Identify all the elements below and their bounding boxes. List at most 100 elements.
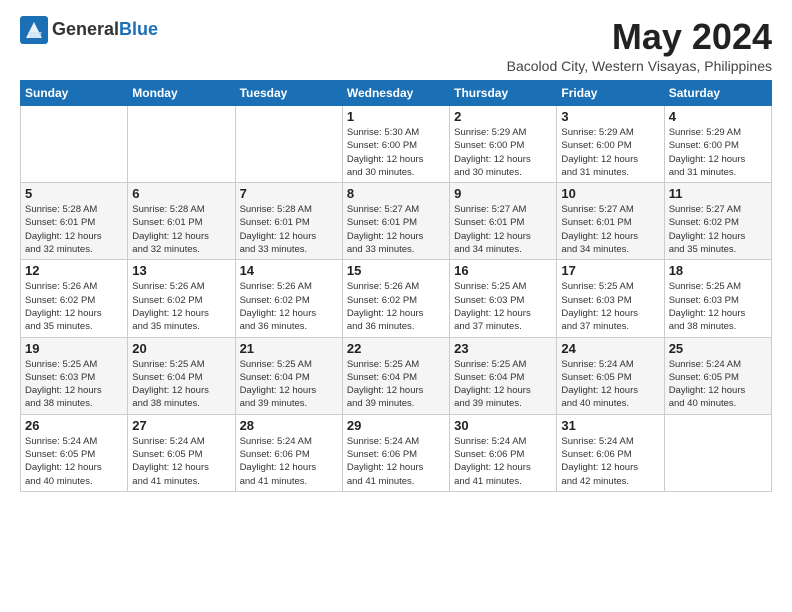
day-info: Sunrise: 5:26 AM Sunset: 6:02 PM Dayligh… <box>25 280 123 333</box>
calendar-day-cell: 9Sunrise: 5:27 AM Sunset: 6:01 PM Daylig… <box>450 183 557 260</box>
calendar-day-cell: 17 Sunrise: 5:25 AM Sunset: 6:03 PM Dayli… <box>557 260 664 337</box>
calendar-day-cell: 23 Sunrise: 5:25 AM Sunset: 6:04 PM Dayli… <box>450 337 557 414</box>
day-number: 11 <box>669 186 767 201</box>
day-info: Sunrise: 5:26 AM Sunset: 6:02 PM Dayligh… <box>347 280 445 333</box>
day-info: Sunrise: 5:24 AM Sunset: 6:05 PM Dayligh… <box>561 358 659 411</box>
calendar-day-cell: 3Sunrise: 5:29 AM Sunset: 6:00 PM Daylig… <box>557 106 664 183</box>
day-number: 21 <box>240 341 338 356</box>
calendar-table: SundayMondayTuesdayWednesdayThursdayFrid… <box>20 80 772 492</box>
calendar-day-cell: 31 Sunrise: 5:24 AM Sunset: 6:06 PM Dayli… <box>557 414 664 491</box>
calendar-day-cell: 25 Sunrise: 5:24 AM Sunset: 6:05 PM Dayli… <box>664 337 771 414</box>
logo-blue: Blue <box>119 19 158 39</box>
day-info: Sunrise: 5:25 AM Sunset: 6:03 PM Dayligh… <box>454 280 552 333</box>
calendar-day-cell: 29 Sunrise: 5:24 AM Sunset: 6:06 PM Dayli… <box>342 414 449 491</box>
day-info: Sunrise: 5:28 AM Sunset: 6:01 PM Dayligh… <box>25 203 123 256</box>
day-number: 24 <box>561 341 659 356</box>
calendar-day-cell: 16 Sunrise: 5:25 AM Sunset: 6:03 PM Dayli… <box>450 260 557 337</box>
day-info: Sunrise: 5:25 AM Sunset: 6:04 PM Dayligh… <box>347 358 445 411</box>
day-info: Sunrise: 5:24 AM Sunset: 6:05 PM Dayligh… <box>669 358 767 411</box>
day-info: Sunrise: 5:24 AM Sunset: 6:06 PM Dayligh… <box>561 435 659 488</box>
day-info: Sunrise: 5:24 AM Sunset: 6:06 PM Dayligh… <box>347 435 445 488</box>
day-info: Sunrise: 5:25 AM Sunset: 6:04 PM Dayligh… <box>132 358 230 411</box>
calendar-day-cell <box>664 414 771 491</box>
calendar-day-cell: 19 Sunrise: 5:25 AM Sunset: 6:03 PM Dayli… <box>21 337 128 414</box>
calendar-day-cell: 4Sunrise: 5:29 AM Sunset: 6:00 PM Daylig… <box>664 106 771 183</box>
day-info: Sunrise: 5:26 AM Sunset: 6:02 PM Dayligh… <box>240 280 338 333</box>
calendar-day-cell: 6 Sunrise: 5:28 AM Sunset: 6:01 PM Daylig… <box>128 183 235 260</box>
calendar-day-cell: 12 Sunrise: 5:26 AM Sunset: 6:02 PM Dayli… <box>21 260 128 337</box>
day-info: Sunrise: 5:25 AM Sunset: 6:03 PM Dayligh… <box>561 280 659 333</box>
day-number: 19 <box>25 341 123 356</box>
day-number: 14 <box>240 263 338 278</box>
day-info: Sunrise: 5:24 AM Sunset: 6:06 PM Dayligh… <box>240 435 338 488</box>
day-number: 30 <box>454 418 552 433</box>
calendar-day-cell: 21Sunrise: 5:25 AM Sunset: 6:04 PM Dayli… <box>235 337 342 414</box>
day-number: 8 <box>347 186 445 201</box>
weekday-header-cell: Thursday <box>450 81 557 106</box>
day-number: 10 <box>561 186 659 201</box>
day-info: Sunrise: 5:25 AM Sunset: 6:04 PM Dayligh… <box>454 358 552 411</box>
calendar-day-cell: 26 Sunrise: 5:24 AM Sunset: 6:05 PM Dayli… <box>21 414 128 491</box>
day-info: Sunrise: 5:28 AM Sunset: 6:01 PM Dayligh… <box>240 203 338 256</box>
day-info: Sunrise: 5:29 AM Sunset: 6:00 PM Dayligh… <box>669 126 767 179</box>
day-number: 29 <box>347 418 445 433</box>
weekday-header-cell: Friday <box>557 81 664 106</box>
day-number: 13 <box>132 263 230 278</box>
weekday-header-cell: Wednesday <box>342 81 449 106</box>
day-number: 16 <box>454 263 552 278</box>
day-info: Sunrise: 5:29 AM Sunset: 6:00 PM Dayligh… <box>561 126 659 179</box>
day-number: 1 <box>347 109 445 124</box>
calendar-day-cell: 22 Sunrise: 5:25 AM Sunset: 6:04 PM Dayli… <box>342 337 449 414</box>
day-number: 12 <box>25 263 123 278</box>
page-header: GeneralBlue May 2024 Bacolod City, Weste… <box>20 16 772 74</box>
day-info: Sunrise: 5:29 AM Sunset: 6:00 PM Dayligh… <box>454 126 552 179</box>
day-number: 25 <box>669 341 767 356</box>
day-info: Sunrise: 5:24 AM Sunset: 6:06 PM Dayligh… <box>454 435 552 488</box>
calendar-day-cell: 20 Sunrise: 5:25 AM Sunset: 6:04 PM Dayli… <box>128 337 235 414</box>
calendar-day-cell: 2Sunrise: 5:29 AM Sunset: 6:00 PM Daylig… <box>450 106 557 183</box>
logo: GeneralBlue <box>20 16 158 44</box>
location-subtitle: Bacolod City, Western Visayas, Philippin… <box>507 58 772 74</box>
day-info: Sunrise: 5:30 AM Sunset: 6:00 PM Dayligh… <box>347 126 445 179</box>
logo-icon <box>20 16 48 44</box>
weekday-header-cell: Tuesday <box>235 81 342 106</box>
weekday-header-row: SundayMondayTuesdayWednesdayThursdayFrid… <box>21 81 772 106</box>
day-number: 9 <box>454 186 552 201</box>
day-number: 17 <box>561 263 659 278</box>
calendar-day-cell: 7Sunrise: 5:28 AM Sunset: 6:01 PM Daylig… <box>235 183 342 260</box>
calendar-day-cell: 30 Sunrise: 5:24 AM Sunset: 6:06 PM Dayli… <box>450 414 557 491</box>
calendar-day-cell: 14 Sunrise: 5:26 AM Sunset: 6:02 PM Dayli… <box>235 260 342 337</box>
day-number: 26 <box>25 418 123 433</box>
day-number: 23 <box>454 341 552 356</box>
calendar-day-cell <box>235 106 342 183</box>
day-info: Sunrise: 5:24 AM Sunset: 6:05 PM Dayligh… <box>132 435 230 488</box>
calendar-day-cell: 5 Sunrise: 5:28 AM Sunset: 6:01 PM Daylig… <box>21 183 128 260</box>
calendar-day-cell: 28 Sunrise: 5:24 AM Sunset: 6:06 PM Dayli… <box>235 414 342 491</box>
day-number: 28 <box>240 418 338 433</box>
weekday-header-cell: Saturday <box>664 81 771 106</box>
calendar-day-cell <box>21 106 128 183</box>
calendar-day-cell: 11 Sunrise: 5:27 AM Sunset: 6:02 PM Dayli… <box>664 183 771 260</box>
calendar-week-row: 26 Sunrise: 5:24 AM Sunset: 6:05 PM Dayli… <box>21 414 772 491</box>
logo-general: General <box>52 19 119 39</box>
day-number: 22 <box>347 341 445 356</box>
day-number: 27 <box>132 418 230 433</box>
day-info: Sunrise: 5:27 AM Sunset: 6:02 PM Dayligh… <box>669 203 767 256</box>
calendar-body: 1 Sunrise: 5:30 AM Sunset: 6:00 PM Daylig… <box>21 106 772 492</box>
day-info: Sunrise: 5:26 AM Sunset: 6:02 PM Dayligh… <box>132 280 230 333</box>
day-info: Sunrise: 5:28 AM Sunset: 6:01 PM Dayligh… <box>132 203 230 256</box>
day-info: Sunrise: 5:25 AM Sunset: 6:03 PM Dayligh… <box>25 358 123 411</box>
calendar-day-cell: 15 Sunrise: 5:26 AM Sunset: 6:02 PM Dayli… <box>342 260 449 337</box>
calendar-day-cell: 27 Sunrise: 5:24 AM Sunset: 6:05 PM Dayli… <box>128 414 235 491</box>
day-number: 20 <box>132 341 230 356</box>
day-number: 31 <box>561 418 659 433</box>
calendar-week-row: 5 Sunrise: 5:28 AM Sunset: 6:01 PM Daylig… <box>21 183 772 260</box>
calendar-day-cell <box>128 106 235 183</box>
day-info: Sunrise: 5:24 AM Sunset: 6:05 PM Dayligh… <box>25 435 123 488</box>
day-info: Sunrise: 5:25 AM Sunset: 6:03 PM Dayligh… <box>669 280 767 333</box>
day-number: 5 <box>25 186 123 201</box>
day-number: 6 <box>132 186 230 201</box>
day-number: 18 <box>669 263 767 278</box>
title-area: May 2024 Bacolod City, Western Visayas, … <box>507 16 772 74</box>
day-number: 15 <box>347 263 445 278</box>
